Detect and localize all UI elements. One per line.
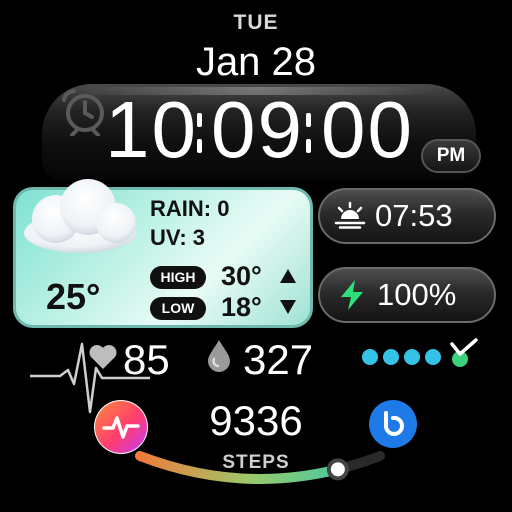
steps-progress-knob: [326, 458, 349, 481]
time-minutes: 09: [211, 85, 304, 174]
bolt-icon: [341, 280, 363, 310]
day-of-week: TUE: [233, 11, 279, 34]
high-badge: HIGH: [150, 266, 206, 289]
triangle-up-icon: [280, 269, 296, 283]
steps-count: 9336: [209, 397, 303, 444]
time-hours: 10: [105, 85, 198, 174]
colon-separator: [197, 139, 202, 153]
uv-label: UV: 3: [150, 225, 206, 250]
colon-separator: [306, 139, 311, 153]
colon-separator: [306, 113, 311, 127]
low-badge: LOW: [150, 297, 206, 320]
battery-percentage: 100%: [377, 277, 457, 312]
cloud-icon: [24, 179, 136, 253]
colon-separator: [197, 113, 202, 127]
ampm-badge: PM: [421, 139, 481, 173]
sunrise-icon: [334, 201, 366, 229]
drop-icon: [208, 340, 230, 372]
check-icon: [450, 338, 478, 367]
water-intake-value[interactable]: 327: [243, 336, 313, 384]
goal-dot: [383, 349, 399, 365]
sunrise-time: 07:53: [375, 198, 453, 233]
date-label: Jan 28: [195, 40, 317, 84]
alarm-clock-icon[interactable]: [58, 86, 112, 136]
time-seconds: 00: [321, 85, 414, 174]
rain-label: RAIN: 0: [150, 196, 230, 221]
high-temperature: 30°: [221, 261, 262, 291]
goal-dot: [404, 349, 420, 365]
goal-dot: [362, 349, 378, 365]
goal-dot: [425, 349, 441, 365]
low-temperature: 18°: [221, 292, 262, 322]
heart-icon: [89, 345, 117, 369]
current-temperature: 25°: [46, 276, 101, 317]
triangle-down-icon: [280, 300, 296, 314]
steps-progress-arc: [135, 451, 385, 484]
heart-rate-value[interactable]: 85: [123, 336, 170, 384]
